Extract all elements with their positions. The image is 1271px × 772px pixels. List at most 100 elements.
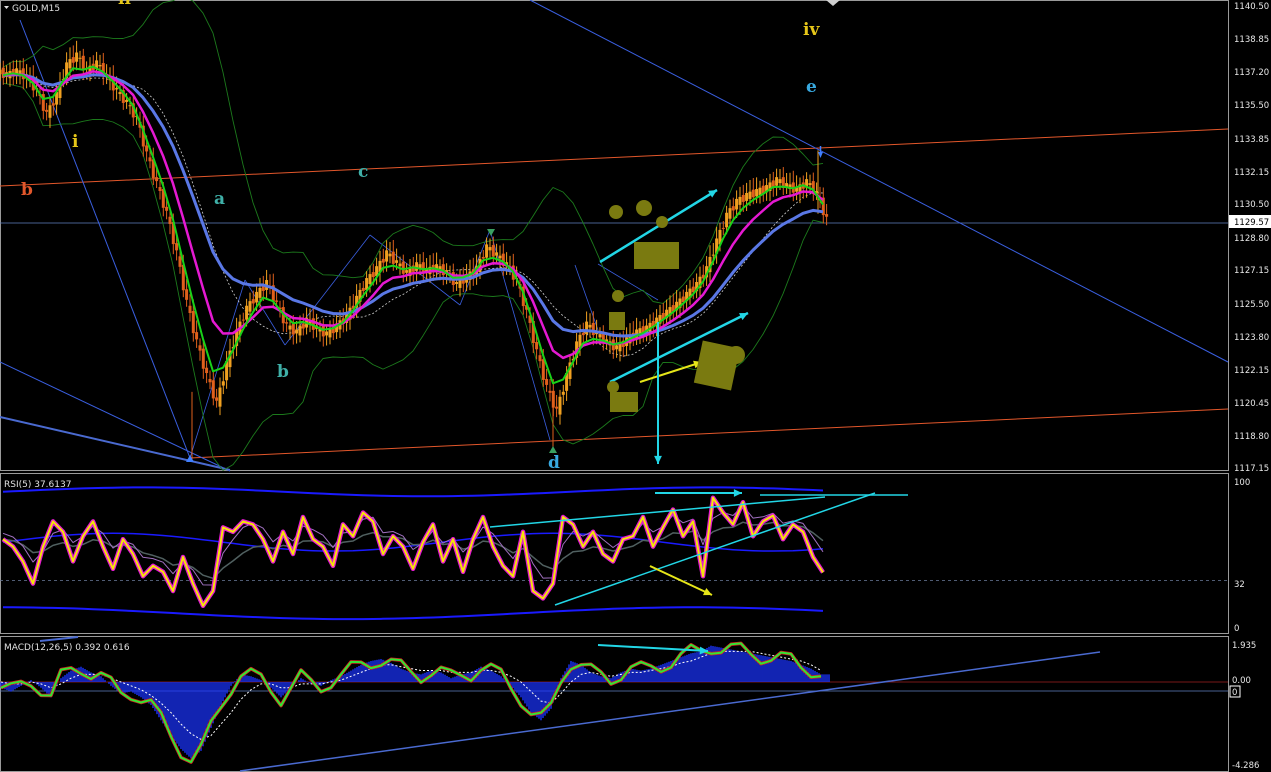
candle-body [498,255,502,259]
candle-body [485,244,489,258]
highlight-blob [634,242,679,269]
price-tick: 1117.15 [1234,464,1269,474]
macd-label: MACD(12,26,5) 0.392 0.616 [4,643,130,653]
macd-tick: -4.286 [1232,761,1259,771]
candle-body [295,329,299,334]
candle-body [191,311,195,334]
price-tick: 1132.15 [1234,168,1269,178]
candle-body [215,397,219,401]
candle-body [185,289,189,300]
candle-body [81,55,85,70]
price-tick: 1118.80 [1234,432,1269,442]
candle-body [275,300,279,302]
candle-body [175,243,179,251]
price-tick: 1125.50 [1234,300,1269,310]
candle-body [195,332,199,340]
candle-body [368,274,372,284]
price-tick: 1130.50 [1234,200,1269,210]
candle-body [128,105,132,107]
rsi-tick: 0 [1234,624,1239,634]
candle-body [728,208,732,219]
rsi-tick: 100 [1234,478,1250,488]
candle-body [45,109,49,112]
candle-body [51,103,55,106]
candle-body [168,216,172,224]
candle-body [125,99,129,102]
symbol-label: GOLD,M15 [12,4,60,14]
candle-body [361,287,365,291]
wave-label: a [214,189,225,209]
price-tick: 1122.15 [1234,366,1269,376]
wave-label: iv [803,20,820,40]
candle-body [115,88,119,90]
candle-body [205,367,209,374]
candle-body [71,57,75,63]
candle-body [735,198,739,210]
current-price-label: 1129.57 [1234,218,1269,228]
candle-body [385,250,389,262]
candle-body [745,192,749,201]
candle-body [178,256,182,267]
wave-label: b [277,362,289,382]
candle-body [541,359,545,380]
price-tick: 1138.85 [1234,35,1269,45]
highlight-blob [609,312,625,330]
candle-body [0,69,2,75]
price-tick: 1120.45 [1234,399,1269,409]
candle-body [201,348,205,369]
rsi-tick: 32 [1234,580,1245,590]
candle-body [291,323,295,335]
highlight-blob [607,381,619,393]
candle-body [548,390,552,393]
highlight-blob [636,200,652,216]
candle-body [778,179,782,184]
highlight-blob [612,290,624,302]
price-tick: 1123.80 [1234,333,1269,343]
highlight-blob [609,205,623,219]
price-tick: 1128.80 [1234,234,1269,244]
candle-body [488,247,492,251]
trading-chart[interactable]: GOLD,M15 RSI(5) 37.6137 MACD(12,26,5) 0.… [0,0,1271,772]
candle-body [495,252,499,256]
candle-body [731,206,735,211]
candle-body [535,342,539,350]
candle-body [68,59,72,69]
price-tick: 1135.50 [1234,101,1269,111]
candle-body [98,65,102,67]
candle-body [118,92,122,95]
candle-body [301,323,305,329]
highlight-blob [610,392,638,412]
price-tick: 1127.15 [1234,266,1269,276]
candle-body [371,272,375,278]
candle-body [391,251,395,264]
price-tick: 1137.20 [1234,68,1269,78]
candle-body [751,189,755,198]
candle-body [285,322,289,324]
candle-body [188,305,192,314]
candle-body [725,212,729,228]
wave-label: ii [118,0,131,9]
wave-label: c [358,162,368,182]
highlight-blob [656,216,668,228]
candle-body [258,287,262,298]
candle-body [825,214,829,217]
candle-body [158,187,162,191]
candle-body [148,157,152,162]
candle-body [741,194,745,202]
candle-body [401,261,405,274]
candle-body [211,380,215,399]
candle-body [251,299,255,304]
price-axis: 1140.50 1138.85 1137.20 1135.50 1133.85 … [1229,2,1271,474]
candle-body [298,325,302,336]
wave-label: b [21,180,33,200]
candle-body [771,180,775,187]
candle-body [481,256,485,259]
candle-body [555,406,559,409]
candle-body [381,258,385,263]
candle-body [398,263,402,267]
macd-tick: 0.00 [1232,676,1251,686]
candle-body [155,177,159,182]
candle-body [755,189,759,197]
candle-body [738,196,742,205]
candle-body [491,245,495,257]
